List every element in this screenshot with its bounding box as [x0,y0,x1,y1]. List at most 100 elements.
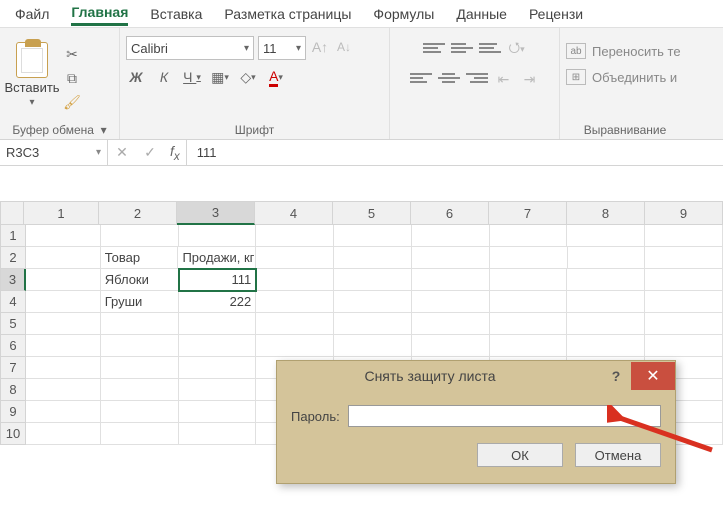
font-name-combo[interactable]: Calibri▾ [126,36,254,60]
cell[interactable]: Товар [101,247,179,269]
fx-icon[interactable]: fx [164,143,186,163]
italic-button[interactable]: К [154,66,174,88]
column-header[interactable]: 8 [567,201,645,225]
row-header[interactable]: 2 [0,247,26,269]
tab-insert[interactable]: Вставка [150,3,202,25]
cell[interactable] [26,335,101,357]
ok-button[interactable]: ОК [477,443,563,467]
cell[interactable] [256,247,334,269]
cell[interactable] [179,357,257,379]
tab-home[interactable]: Главная [71,1,128,26]
font-size-combo[interactable]: 11▾ [258,36,306,60]
cell[interactable] [256,313,334,335]
cell[interactable] [412,247,490,269]
border-button[interactable]: ▦▾ [210,66,230,88]
align-left-icon[interactable] [410,68,432,88]
tab-data[interactable]: Данные [456,3,507,25]
cancel-button[interactable]: Отмена [575,443,661,467]
cell[interactable] [101,423,179,445]
fill-color-button[interactable]: ◇▾ [238,66,258,88]
tab-layout[interactable]: Разметка страницы [224,3,351,25]
cell[interactable] [334,313,412,335]
cell[interactable] [412,269,490,291]
cell[interactable] [490,247,568,269]
column-header[interactable]: 6 [411,201,489,225]
enter-formula-icon[interactable]: ✓ [136,144,164,161]
help-icon[interactable]: ? [601,368,631,384]
wrap-text-button[interactable]: abПереносить те [566,38,684,64]
cell[interactable]: 111 [179,269,257,291]
row-header[interactable]: 7 [0,357,26,379]
cell[interactable] [26,269,101,291]
column-header[interactable]: 4 [255,201,333,225]
cell[interactable] [334,269,412,291]
cut-icon[interactable]: ✂ [62,46,82,64]
formula-input[interactable]: 111 [187,140,723,165]
cell[interactable] [179,313,257,335]
row-header[interactable]: 4 [0,291,26,313]
select-all-corner[interactable] [0,201,24,225]
cell[interactable] [179,379,257,401]
cell[interactable] [26,379,101,401]
align-right-icon[interactable] [466,68,488,88]
cell[interactable] [256,269,334,291]
cell[interactable] [645,335,723,357]
tab-formulas[interactable]: Формулы [373,3,434,25]
cell[interactable] [334,291,412,313]
password-input[interactable] [348,405,661,427]
cell[interactable] [26,423,101,445]
column-header[interactable]: 5 [333,201,411,225]
font-color-button[interactable]: A▾ [266,66,286,88]
name-box[interactable]: R3C3▾ [0,140,108,165]
align-middle-icon[interactable] [451,38,473,58]
cell[interactable] [26,313,101,335]
cell[interactable] [179,423,257,445]
column-header[interactable]: 7 [489,201,567,225]
cell[interactable] [412,335,490,357]
copy-icon[interactable]: ⧉ [62,70,82,88]
format-painter-icon[interactable]: 🖌 [62,94,82,112]
cell[interactable]: Яблоки [101,269,179,291]
cell[interactable] [412,313,490,335]
cell[interactable] [412,291,490,313]
cell[interactable] [256,225,334,247]
column-header[interactable]: 9 [645,201,723,225]
cell[interactable] [179,401,257,423]
column-header[interactable]: 2 [99,201,177,225]
cell[interactable] [26,225,101,247]
cell[interactable] [26,401,101,423]
cell[interactable] [568,247,646,269]
align-center-icon[interactable] [438,68,460,88]
cell[interactable]: 222 [179,291,257,313]
cell[interactable] [645,247,723,269]
cell[interactable] [334,335,412,357]
cell[interactable] [179,335,257,357]
merge-button[interactable]: ⊞Объединить и [566,64,684,90]
cell[interactable] [490,313,568,335]
cell[interactable] [334,225,412,247]
cell[interactable] [490,225,568,247]
row-header[interactable]: 3 [0,269,26,291]
cell[interactable] [256,335,334,357]
row-header[interactable]: 1 [0,225,26,247]
increase-font-icon[interactable]: A↑ [310,36,330,58]
indent-inc-icon[interactable]: ⇥ [520,68,540,90]
row-header[interactable]: 6 [0,335,26,357]
cell[interactable] [26,357,101,379]
cell[interactable] [101,335,179,357]
cell[interactable] [334,247,412,269]
paste-button[interactable]: Вставить ▾ [6,42,58,112]
cell[interactable] [645,269,723,291]
column-header[interactable]: 3 [177,201,255,225]
cell[interactable] [567,225,645,247]
close-icon[interactable]: ✕ [631,362,675,390]
cell[interactable] [26,247,101,269]
cell[interactable] [490,269,568,291]
row-header[interactable]: 10 [0,423,26,445]
row-header[interactable]: 9 [0,401,26,423]
cell[interactable] [26,291,101,313]
bold-button[interactable]: Ж [126,66,146,88]
cell[interactable] [101,313,179,335]
row-header[interactable]: 5 [0,313,26,335]
align-top-icon[interactable] [423,38,445,58]
